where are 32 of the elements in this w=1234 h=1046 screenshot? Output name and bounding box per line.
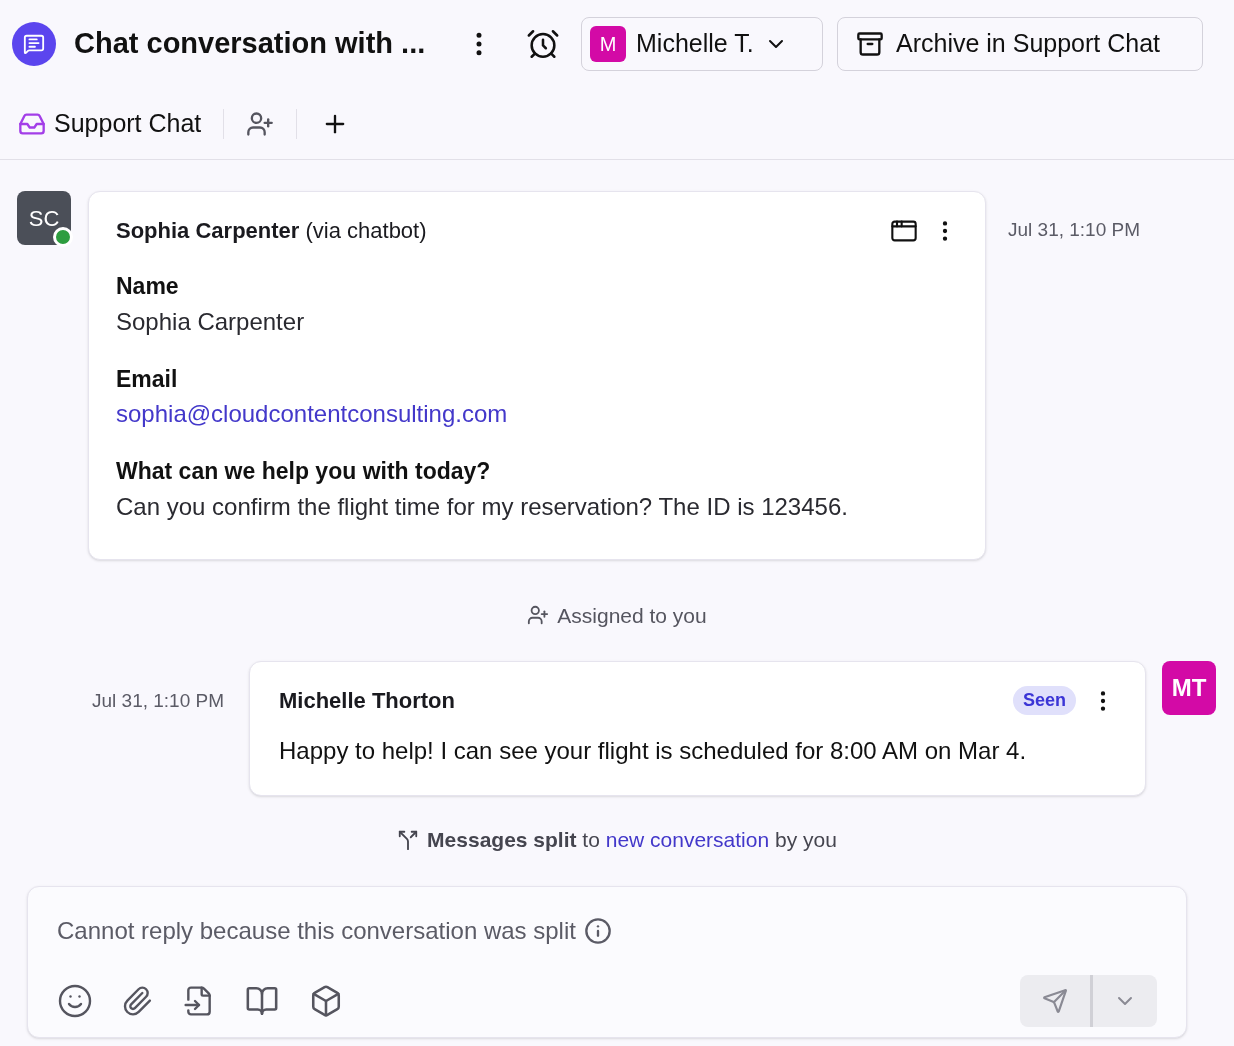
timestamp: Jul 31, 1:10 PM [92,689,226,713]
alarm-clock-icon[interactable] [526,27,560,61]
sender-name: Michelle Thorton [279,687,455,715]
info-icon [583,916,612,945]
field-label: Name [116,272,180,301]
add-user-icon[interactable] [246,109,275,138]
field-label: Email [116,364,179,394]
split-icon [397,828,420,851]
assignee-dropdown[interactable]: M Michelle T. [581,17,823,71]
inbox-tab[interactable]: Support Chat [18,104,202,143]
archive-icon [856,30,884,58]
conversation-link[interactable]: new conversation [605,828,770,851]
user-plus-icon [527,604,550,627]
field-value: Can you confirm the flight time for my reservation? The ID is 123456. [116,491,849,522]
archive-button[interactable]: Archive in Support Chat [837,17,1203,71]
disabled-notice: Cannot reply because this conversation was split [57,915,576,946]
window-title: Chat conversation with ... [74,26,427,62]
user-avatar: MT [1162,661,1216,715]
paperclip-icon[interactable] [121,984,153,1017]
field-value: Sophia Carpenter [116,306,306,337]
event-text: Assigned to you [557,602,707,629]
sender-name: Sophia Carpenter (via chatbot) [116,217,427,245]
event-text: Messages split to new conversation by you [427,827,837,853]
seen-badge: Seen [1012,686,1076,715]
timestamp: Jul 31, 1:10 PM [1008,218,1141,242]
assignee-avatar: M [590,26,626,62]
cube-icon[interactable] [309,983,343,1018]
field-label: What can we help you with today? [116,457,492,486]
email-link[interactable]: sophia@cloudcontentconsulting.com [116,400,508,427]
message-text: Happy to help! I can see your flight is scheduled for 8:00 AM on Mar 4. [279,736,1028,766]
chat-icon [12,22,56,66]
emoji-icon[interactable] [57,982,93,1019]
